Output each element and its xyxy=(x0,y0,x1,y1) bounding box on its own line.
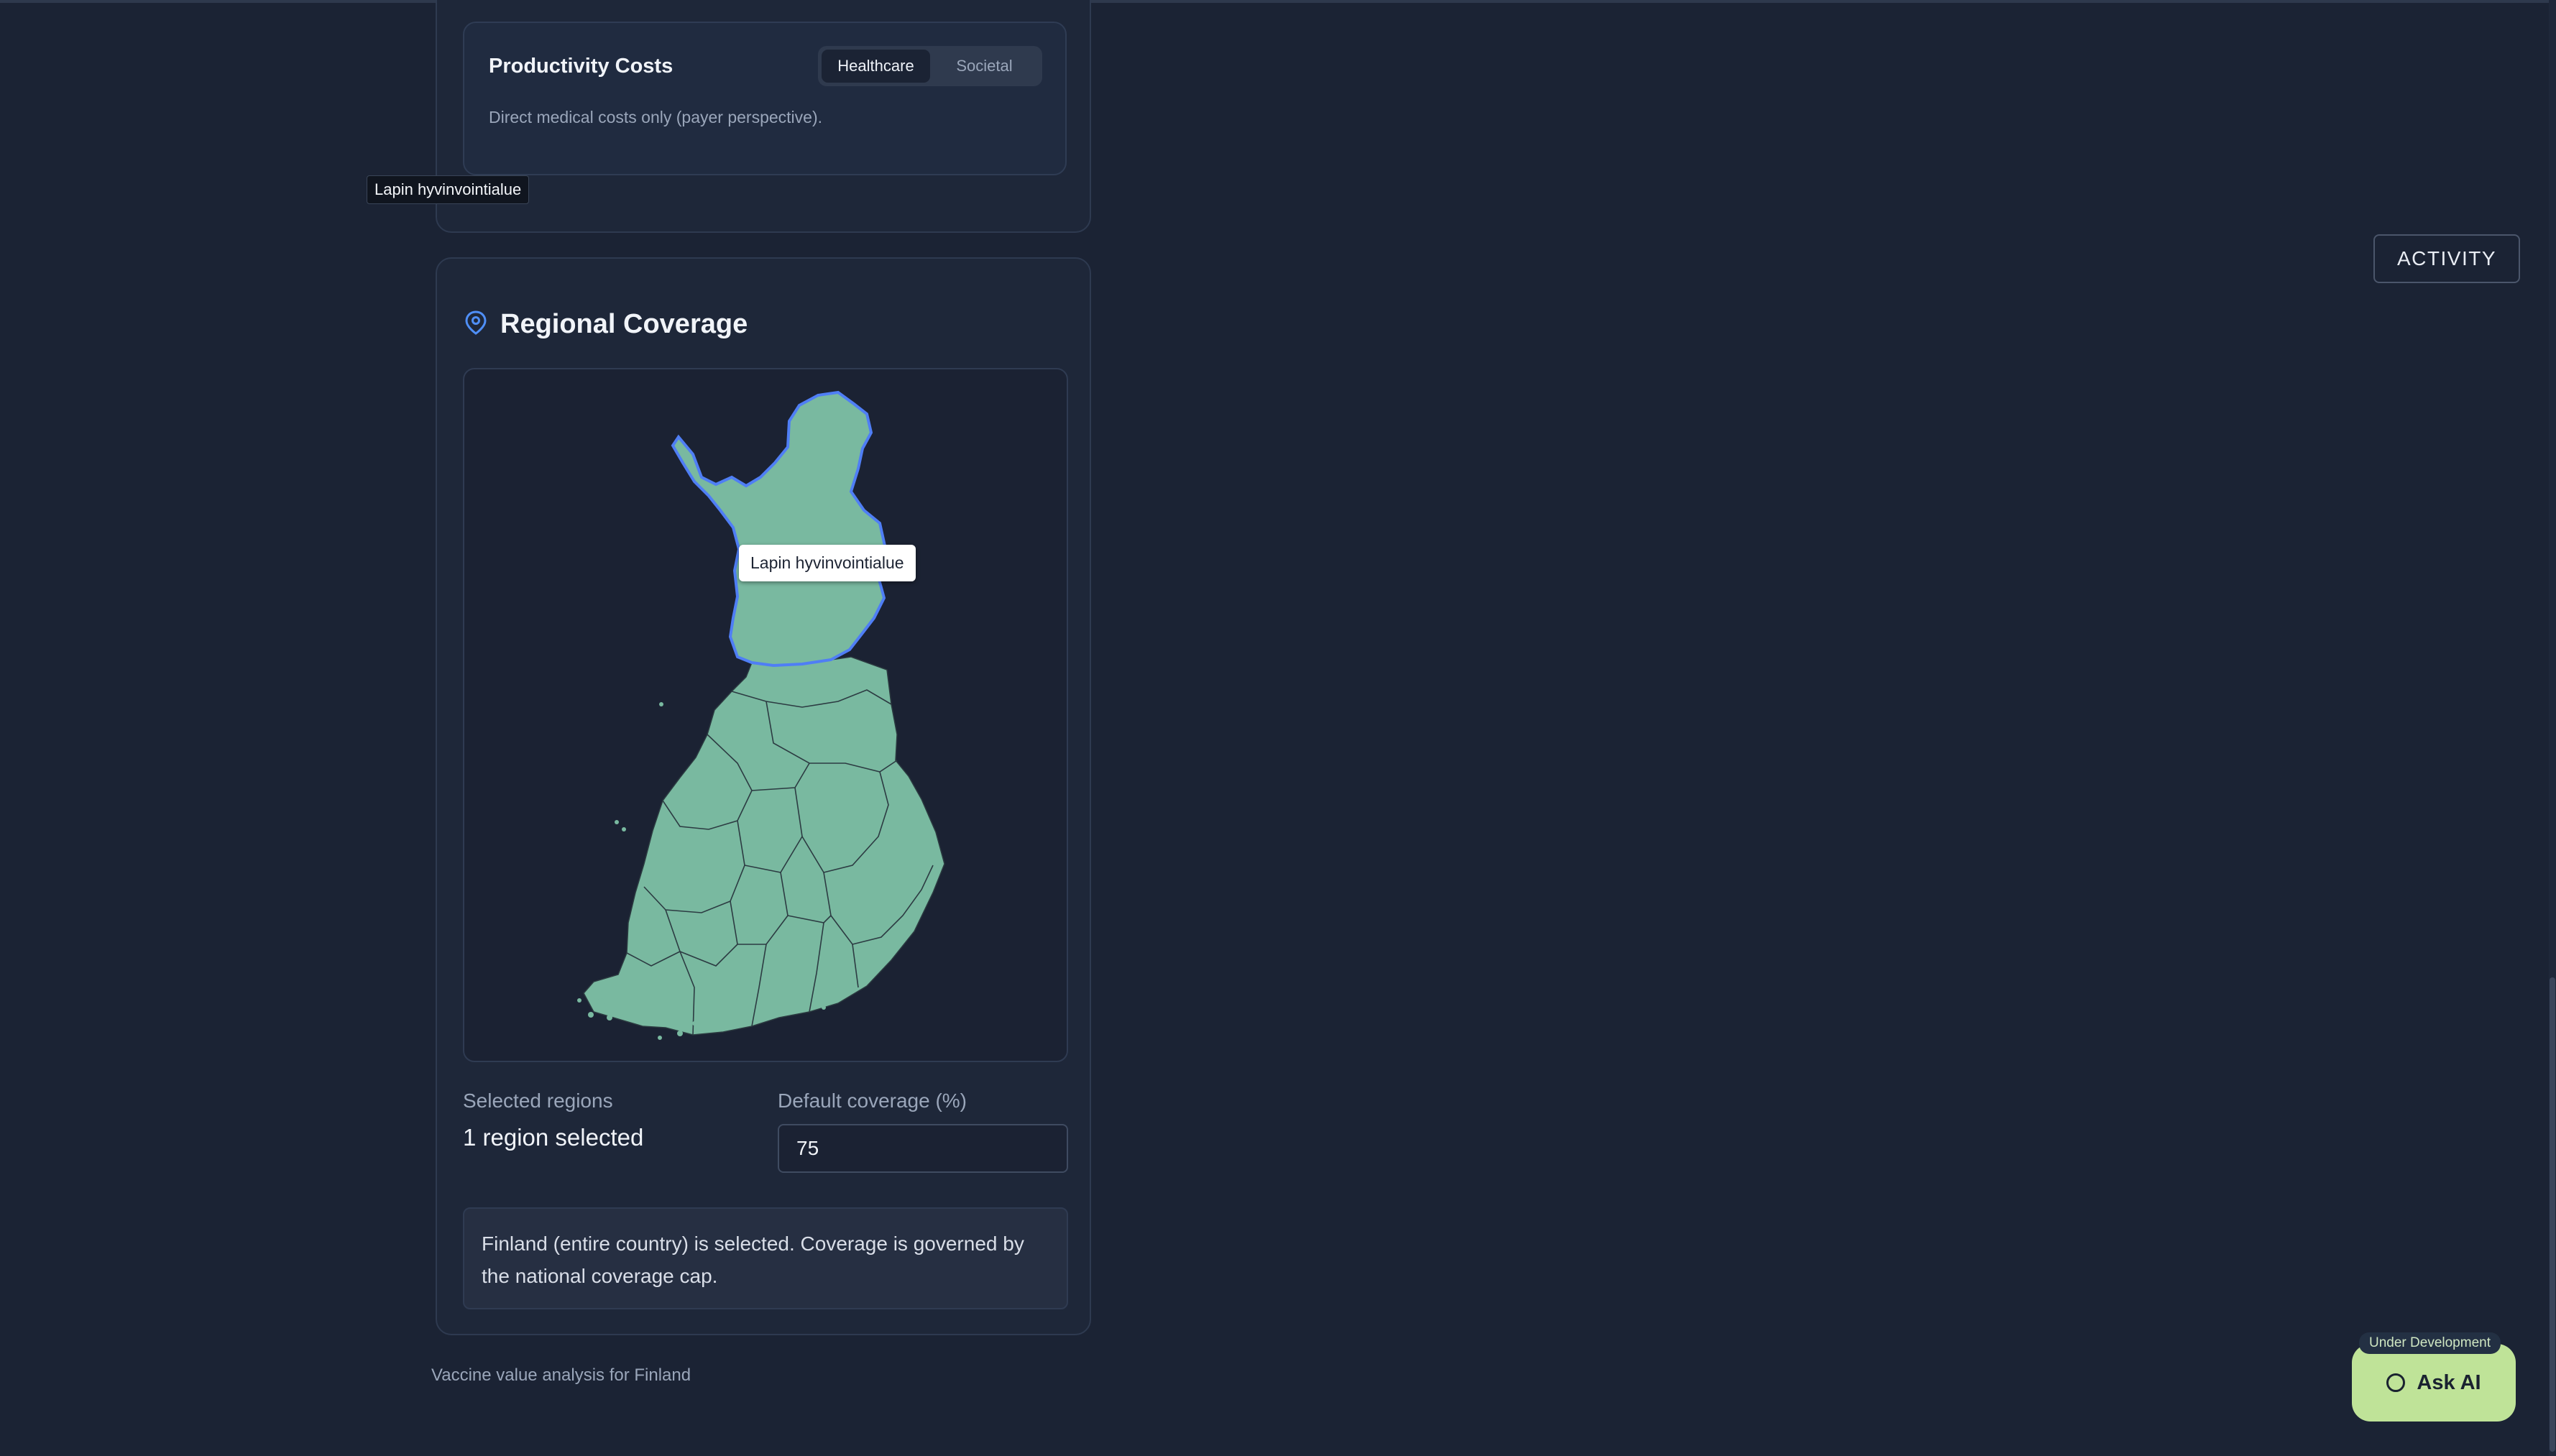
ask-ai-widget: Under Development Ask AI xyxy=(2352,1332,2516,1422)
regional-coverage-title: Regional Coverage xyxy=(500,309,748,339)
toggle-healthcare[interactable]: Healthcare xyxy=(822,50,930,83)
ask-ai-button[interactable]: Ask AI xyxy=(2352,1344,2516,1422)
productivity-costs-panel: Productivity Costs Healthcare Societal D… xyxy=(463,22,1067,175)
finland-map-svg xyxy=(577,390,945,1040)
perspective-toggle: Healthcare Societal xyxy=(818,46,1042,86)
map-pin-icon xyxy=(464,310,487,338)
top-border xyxy=(0,0,2556,3)
regional-coverage-card: Regional Coverage Lapin hyvinvointialue … xyxy=(436,257,1091,1335)
default-coverage-label: Default coverage (%) xyxy=(778,1089,967,1112)
floating-tooltip: Lapin hyvinvointialue xyxy=(367,175,530,204)
footer-text: Vaccine value analysis for Finland xyxy=(431,1365,691,1385)
default-coverage-input[interactable] xyxy=(778,1124,1068,1173)
productivity-costs-description: Direct medical costs only (payer perspec… xyxy=(489,108,822,126)
selected-regions-value: 1 region selected xyxy=(463,1124,644,1151)
selected-regions-label: Selected regions xyxy=(463,1089,613,1112)
circle-icon xyxy=(2386,1373,2406,1392)
toggle-societal[interactable]: Societal xyxy=(930,50,1039,83)
map-region-south[interactable] xyxy=(583,656,945,1036)
activity-button[interactable]: ACTIVITY xyxy=(2373,234,2520,283)
productivity-costs-title: Productivity Costs xyxy=(489,55,674,78)
map-region-lapland[interactable] xyxy=(671,390,888,668)
finland-map: Lapin hyvinvointialue xyxy=(463,368,1068,1062)
map-tooltip: Lapin hyvinvointialue xyxy=(739,545,916,581)
scrollbar-thumb[interactable] xyxy=(2550,977,2555,1452)
regional-coverage-header: Regional Coverage xyxy=(464,309,748,340)
scrollbar[interactable] xyxy=(2549,0,2556,1456)
costs-card: Productivity Costs Healthcare Societal D… xyxy=(436,0,1091,233)
under-development-badge: Under Development xyxy=(2359,1332,2501,1354)
coverage-info-note: Finland (entire country) is selected. Co… xyxy=(463,1207,1068,1309)
ask-ai-label: Ask AI xyxy=(2417,1370,2481,1394)
